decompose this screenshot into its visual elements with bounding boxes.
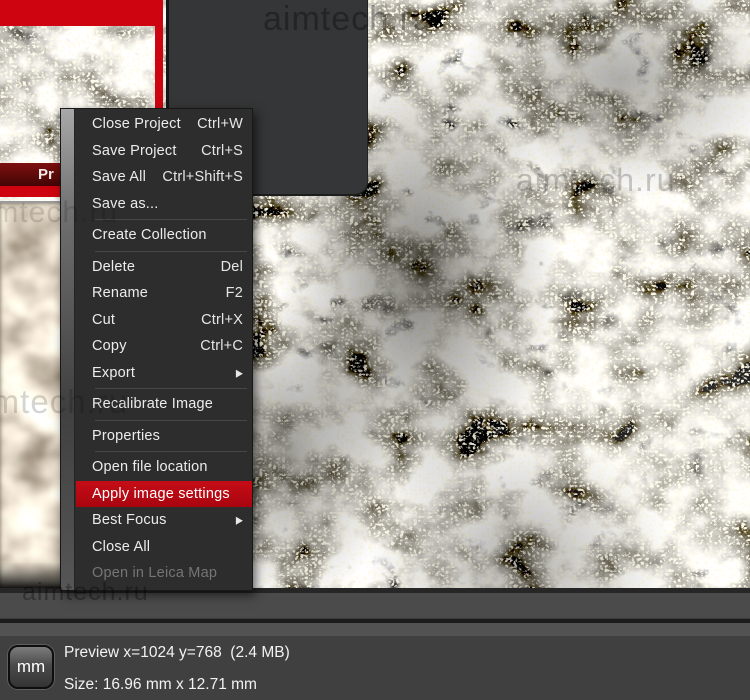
menu-item-label: Create Collection — [92, 222, 207, 249]
menu-item-save-project[interactable]: Save Project Ctrl+S — [76, 138, 252, 165]
menu-separator — [95, 251, 247, 252]
menu-item-copy[interactable]: Copy Ctrl+C — [76, 333, 252, 360]
menu-item-label: Save All — [92, 164, 146, 191]
menu-separator — [95, 388, 247, 389]
menu-item-rename[interactable]: Rename F2 — [76, 280, 252, 307]
size-info-text: Size: 16.96 mm x 12.71 mm — [64, 676, 257, 694]
context-menu-items: Close ProjectCtrl+WSave ProjectCtrl+SSav… — [76, 111, 252, 587]
menu-item-label: Open in Leica Map — [92, 560, 217, 587]
menu-item-open-file-location[interactable]: Open file location — [76, 454, 252, 481]
leica-application-window: Pr Close ProjectCtrl+WSave ProjectCtrl+S… — [0, 0, 750, 700]
menu-item-label: Copy — [92, 333, 127, 360]
menu-item-label: Save as... — [92, 191, 158, 218]
preview-info-text: Preview x=1024 y=768 (2.4 MB) — [64, 644, 290, 662]
menu-item-label: Best Focus — [92, 507, 167, 534]
menu-item-label: Open file location — [92, 454, 208, 481]
toolbar-lower-strip — [0, 623, 750, 636]
menu-item-shortcut: Ctrl+W — [197, 111, 243, 138]
menu-item-shortcut: Ctrl+X — [201, 307, 243, 334]
menu-item-shortcut: F2 — [226, 280, 243, 307]
menu-item-label: Properties — [92, 423, 160, 450]
menu-item-shortcut: Ctrl+S — [201, 138, 243, 165]
menu-item-apply-image-settings[interactable]: Apply image settings — [76, 481, 252, 508]
menu-separator — [95, 420, 247, 421]
submenu-arrow-icon: ▶ — [236, 358, 243, 388]
menu-item-label: Rename — [92, 280, 148, 307]
menu-item-cut[interactable]: Cut Ctrl+X — [76, 307, 252, 334]
menu-item-shortcut: Del — [221, 254, 243, 281]
menu-separator — [95, 219, 247, 220]
menu-item-label: Export — [92, 360, 135, 387]
context-menu: Close ProjectCtrl+WSave ProjectCtrl+SSav… — [60, 108, 253, 591]
menu-item-label: Close Project — [92, 111, 181, 138]
menu-item-close-project[interactable]: Close Project Ctrl+W — [76, 111, 252, 138]
menu-item-label: Save Project — [92, 138, 177, 165]
menu-item-shortcut: Ctrl+C — [200, 333, 243, 360]
menu-separator — [95, 451, 247, 452]
menu-item-close-all[interactable]: Close All — [76, 534, 252, 561]
status-bar: mm Preview x=1024 y=768 (2.4 MB) Size: 1… — [0, 636, 750, 700]
menu-item-recalibrate-image[interactable]: Recalibrate Image — [76, 391, 252, 418]
menu-item-best-focus[interactable]: Best Focus ▶ — [76, 507, 252, 534]
menu-item-label: Apply image settings — [92, 481, 230, 508]
menu-item-delete[interactable]: Delete Del — [76, 254, 252, 281]
unit-toggle-button[interactable]: mm — [8, 645, 54, 689]
menu-item-save-as[interactable]: Save as... — [76, 191, 252, 218]
menu-item-create-collection[interactable]: Create Collection — [76, 222, 252, 249]
menu-item-properties[interactable]: Properties — [76, 423, 252, 450]
menu-item-label: Cut — [92, 307, 115, 334]
submenu-arrow-icon: ▶ — [236, 505, 243, 535]
menu-item-export[interactable]: Export ▶ — [76, 360, 252, 387]
menu-item-label: Recalibrate Image — [92, 391, 213, 418]
menu-item-open-in-leica-map: Open in Leica Map — [76, 560, 252, 587]
menu-item-label: Close All — [92, 534, 150, 561]
bottom-toolbar-strip — [0, 593, 750, 619]
menu-item-label: Delete — [92, 254, 135, 281]
menu-item-shortcut: Ctrl+Shift+S — [162, 164, 243, 191]
context-menu-icon-strip — [61, 109, 75, 590]
menu-item-save-all[interactable]: Save All Ctrl+Shift+S — [76, 164, 252, 191]
